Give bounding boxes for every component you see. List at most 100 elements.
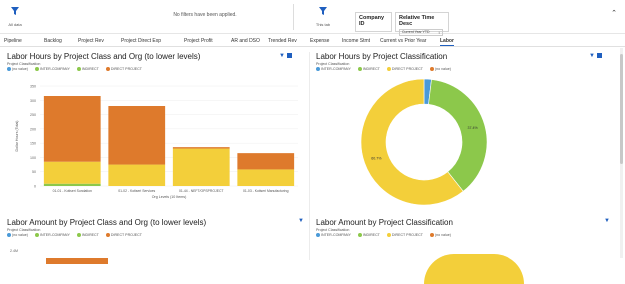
panel-actions: ▼ — [298, 218, 304, 224]
legend-item: INDIRECT — [357, 67, 380, 72]
company-id-label: Company ID — [359, 15, 385, 27]
legend-swatch — [429, 67, 434, 72]
legend-item: DIRECT PROJECT — [105, 233, 142, 238]
filter-bar: All data No filters have been applied. T… — [0, 0, 625, 36]
bar-segment — [43, 96, 101, 162]
legend-label: (no value) — [12, 233, 28, 237]
panel-actions: ▼ — [589, 53, 602, 59]
legend-item: INTER-COMPANY — [34, 67, 70, 72]
y-tick-label: 200 — [30, 127, 36, 131]
filter-icon[interactable]: ▼ — [604, 218, 610, 224]
labor-amount-class-org-panel: Labor Amount by Project Class and Org (t… — [4, 218, 306, 264]
filter-icon[interactable]: ▼ — [298, 218, 304, 224]
labor-hours-class-panel: Labor Hours by Project Classification Pr… — [314, 52, 614, 212]
filter-icon — [319, 7, 327, 15]
labor-amount-class-panel: Labor Amount by Project Classification P… — [314, 218, 614, 284]
data-label: 60.7% — [371, 157, 382, 161]
panel-actions: ▼ — [279, 53, 292, 59]
tab-expense[interactable]: Expense — [310, 38, 329, 44]
legend-item: DIRECT PROJECT — [386, 67, 423, 72]
panel-title: Labor Hours by Project Class and Org (to… — [7, 52, 201, 61]
panel-title: Labor Amount by Project Class and Org (t… — [7, 218, 207, 227]
tab-current-vs-prior-year[interactable]: Current vs Prior Year — [380, 38, 426, 44]
legend-item: DIRECT PROJECT — [105, 67, 142, 72]
legend-label: INDIRECT — [81, 67, 99, 71]
filter-icon[interactable]: ▼ — [589, 53, 595, 59]
legend-label: DIRECT PROJECT — [391, 233, 423, 237]
relative-time-value: Current Year YTD — [402, 30, 430, 34]
relative-time-label: Relative Time Desc — [399, 15, 435, 27]
x-tick-label: 01-03 - Kotiseri Manufacturing — [243, 189, 289, 193]
tab-pipeline[interactable]: Pipeline — [4, 38, 22, 44]
scrollbar[interactable] — [620, 48, 623, 258]
legend-item: INTER-COMPANY — [316, 233, 351, 238]
scrollbar-thumb[interactable] — [620, 54, 623, 164]
legend-item: INTER-COMPANY — [34, 233, 70, 238]
y-tick-label: 150 — [30, 142, 36, 146]
legend-item: (no value) — [7, 67, 28, 72]
legend-swatch — [357, 67, 362, 72]
bar-segment — [43, 161, 101, 184]
bar-segment — [46, 258, 108, 264]
legend-swatch — [105, 233, 110, 238]
tab-trended-rev[interactable]: Trended Rev — [268, 38, 297, 44]
y-tick-label: 2.4M — [10, 249, 18, 253]
bar-segment — [237, 169, 295, 186]
export-icon[interactable] — [286, 53, 292, 58]
legend-swatch — [386, 233, 391, 238]
export-icon[interactable] — [596, 53, 602, 58]
legend-swatch — [316, 67, 320, 72]
tab-project-rev[interactable]: Project Rev — [78, 38, 104, 44]
donut-partial — [424, 254, 524, 284]
y-axis-label: Dollar Hours (Total) — [15, 121, 19, 152]
y-tick-label: 250 — [30, 113, 36, 117]
tab-income-stmt[interactable]: Income Stmt — [342, 38, 370, 44]
panel-title: Labor Hours by Project Classification — [316, 52, 448, 61]
tab-ar-and-dso[interactable]: AR and DSO — [231, 38, 260, 44]
tab-labor[interactable]: Labor — [440, 38, 454, 46]
legend-label: DIRECT PROJECT — [110, 233, 142, 237]
legend-item: INDIRECT — [357, 233, 380, 238]
chevron-up-icon[interactable]: ⌃ — [611, 9, 617, 17]
filter-icon[interactable]: ▼ — [279, 53, 285, 59]
legend-item: (no value) — [7, 233, 28, 238]
legend-swatch — [7, 233, 11, 238]
legend-label: INDIRECT — [362, 233, 380, 237]
y-tick-label: 100 — [30, 156, 36, 160]
legend-swatch — [76, 67, 81, 72]
legend-swatch — [429, 233, 434, 238]
legend-label: (no value) — [434, 67, 451, 71]
donut-slice — [428, 79, 488, 192]
tab-backlog[interactable]: Backlog — [44, 38, 62, 44]
bar-segment — [43, 183, 101, 186]
all-data-filter-button[interactable]: All data — [4, 3, 26, 31]
tab-project-profit[interactable]: Project Profit — [184, 38, 213, 44]
bar-segment — [108, 164, 166, 186]
data-label: 37.4% — [467, 126, 478, 130]
legend-label: INTER-COMPANY — [39, 233, 70, 237]
legend-label: (no value) — [434, 233, 451, 237]
legend-label: INTER-COMPANY — [321, 67, 351, 71]
x-tick-label: 01-01 - Kotiseri Sundation — [53, 189, 92, 193]
y-tick-label: 0 — [34, 185, 36, 189]
chart-legend: Project Classification (no value) INTER-… — [7, 62, 306, 72]
legend-label: INDIRECT — [81, 233, 99, 237]
company-id-filter-card[interactable]: Company ID — [355, 12, 392, 32]
chart-legend: Project Classification INTER-COMPANY IND… — [316, 228, 614, 238]
tab-project-direct-exp[interactable]: Project Direct Exp — [121, 38, 161, 44]
y-tick-label: 50 — [32, 170, 36, 174]
legend-item: DIRECT PROJECT — [386, 233, 423, 238]
relative-time-filter-card[interactable]: Relative Time Desc Current Year YTD ↕ — [395, 12, 449, 36]
legend-swatch — [386, 67, 391, 72]
chart-legend: Project Classification INTER-COMPANY IND… — [316, 62, 614, 72]
legend-label: DIRECT PROJECT — [391, 67, 423, 71]
legend-label: (no value) — [12, 67, 28, 71]
panel-title: Labor Amount by Project Classification — [316, 218, 453, 227]
stacked-bar-chart: 0 50 100 150 200 250 300 350 Dollar Hours (Total… — [15, 85, 298, 199]
panel-actions: ▼ — [604, 218, 610, 224]
legend-swatch — [34, 67, 39, 72]
legend-swatch — [357, 233, 362, 238]
legend-label: DIRECT PROJECT — [110, 67, 142, 71]
all-data-caption: All data — [8, 22, 22, 27]
this-tab-filter-button[interactable]: This tab — [312, 3, 334, 31]
